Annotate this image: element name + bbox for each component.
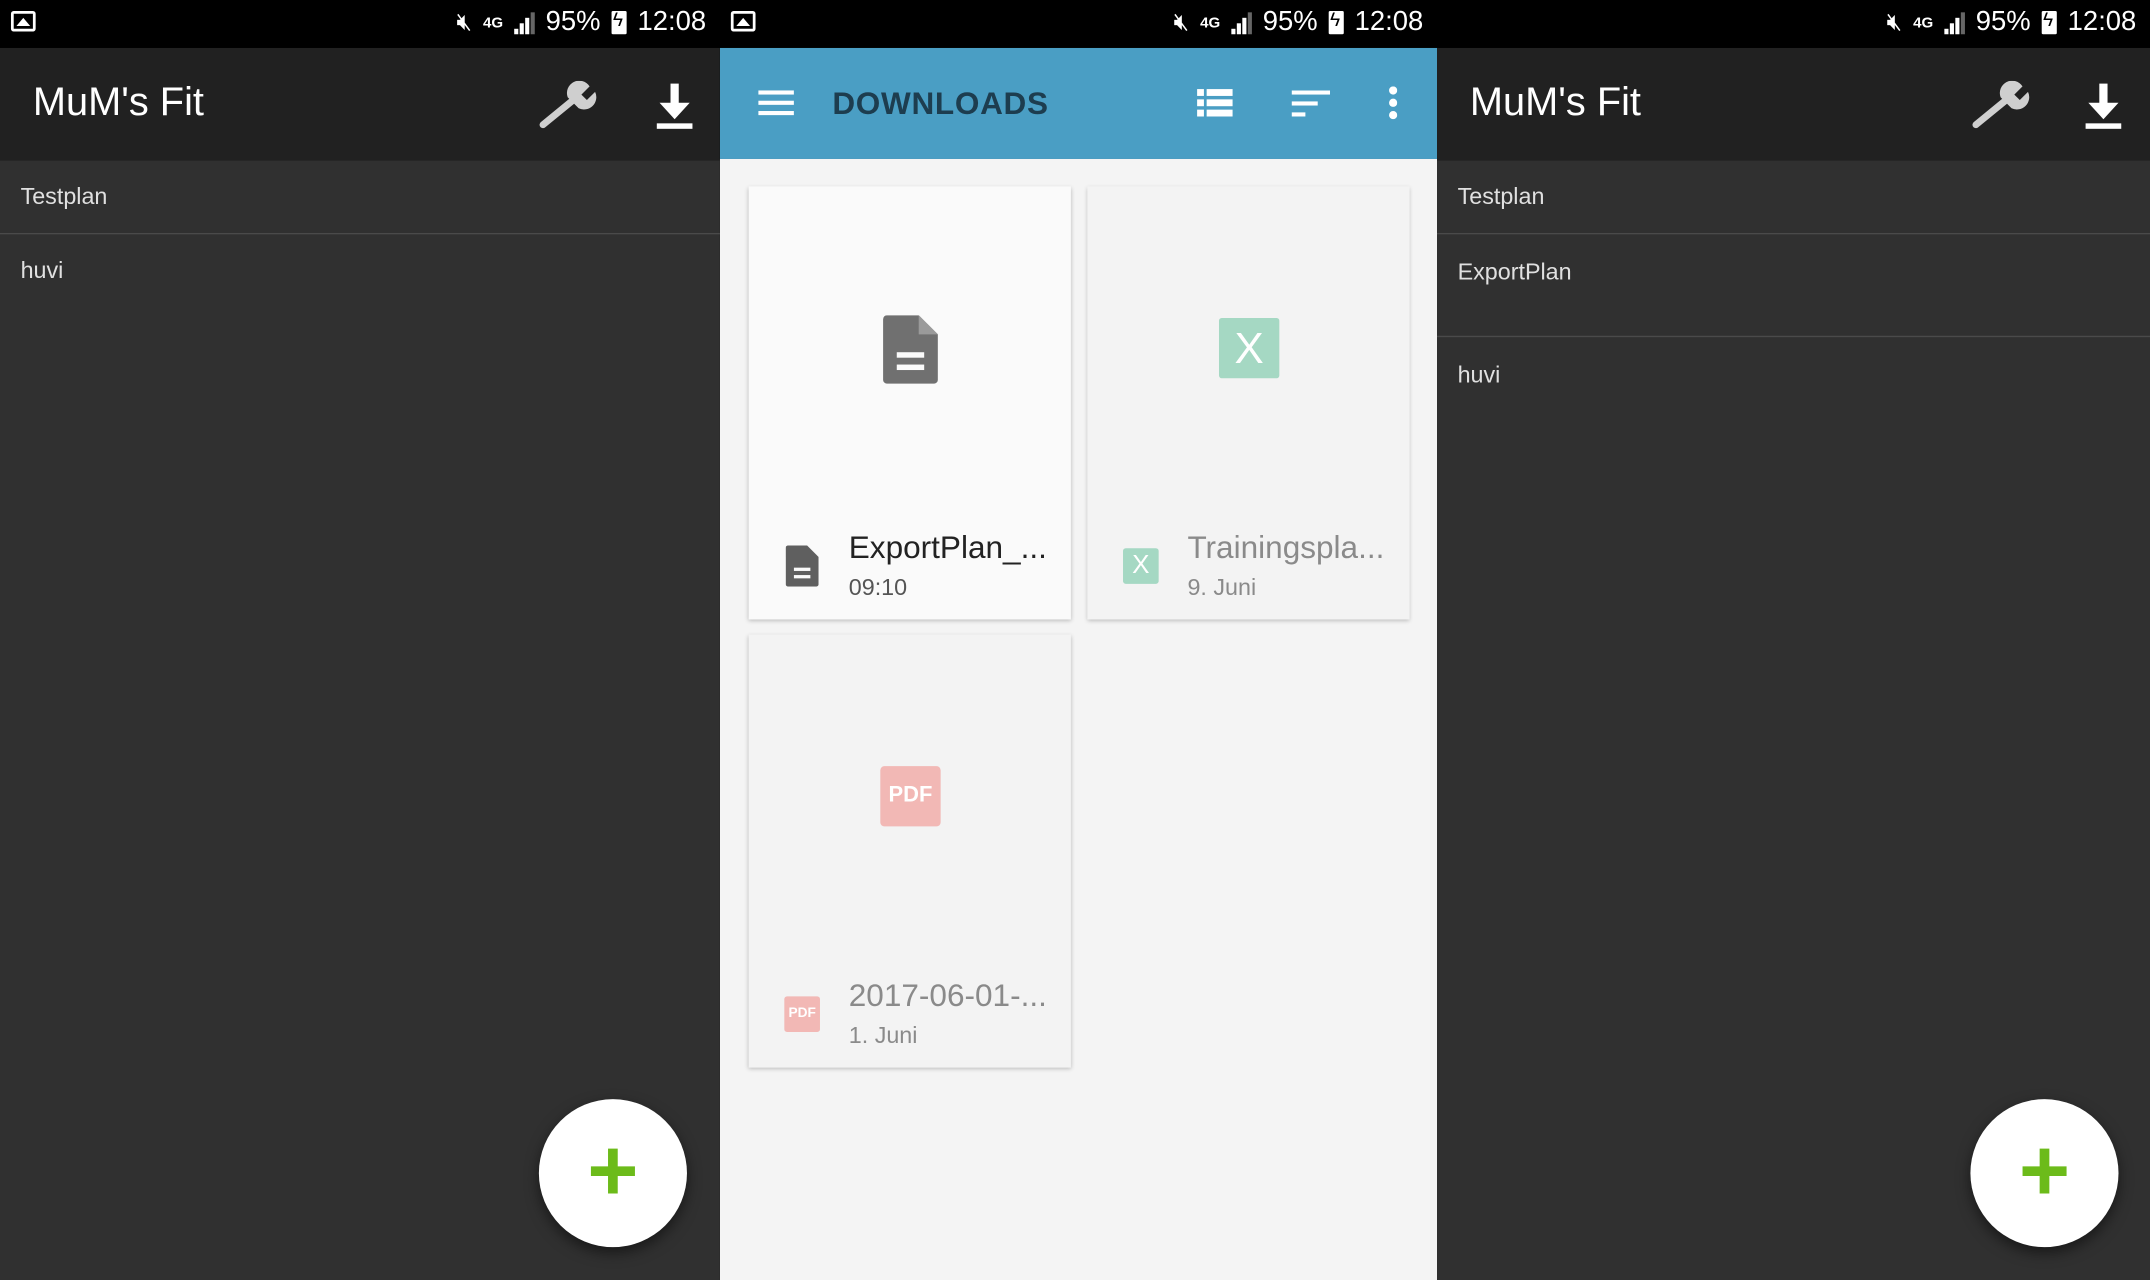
document-icon — [883, 315, 938, 384]
battery-icon — [2041, 8, 2057, 35]
download-icon[interactable] — [2084, 81, 2122, 130]
image-icon — [10, 10, 36, 32]
screenshot-frame: 🔇︎ 4G 95% 12:08 MuM's Fit Testplan huvi — [0, 0, 2150, 1280]
app-bar: MuM's Fit — [1437, 47, 2150, 161]
signal-icon — [514, 11, 535, 34]
mute-icon: 🔇︎ — [1173, 8, 1190, 36]
more-vert-icon[interactable] — [1389, 86, 1398, 120]
wrench-icon[interactable] — [538, 80, 598, 130]
left-phone-screen: 🔇︎ 4G 95% 12:08 MuM's Fit Testplan huvi — [0, 0, 720, 1280]
list-item[interactable]: Testplan — [0, 160, 720, 235]
downloads-app-bar: DOWNLOADS — [719, 47, 1438, 159]
file-card[interactable]: PDF PDF 2017-06-01-... 1. Juni — [748, 634, 1071, 1068]
battery-percent: 95% — [1262, 6, 1318, 38]
downloads-grid: ExportPlan_... 09:10 X X Trainingspla...… — [719, 158, 1438, 1280]
signal-icon — [1944, 11, 1965, 34]
add-button[interactable]: + — [538, 1099, 687, 1248]
list-item[interactable]: Testplan — [1437, 160, 2150, 235]
list-item[interactable]: huvi — [1437, 337, 2150, 414]
download-icon[interactable] — [655, 81, 693, 130]
add-icon: + — [587, 1121, 639, 1220]
clock: 12:08 — [2067, 6, 2137, 38]
document-icon — [785, 545, 819, 587]
file-date: 9. Juni — [1187, 574, 1257, 601]
clock: 12:08 — [1354, 6, 1424, 38]
app-title: MuM's Fit — [32, 80, 204, 125]
file-date: 09:10 — [848, 574, 908, 601]
add-button[interactable]: + — [1970, 1099, 2119, 1248]
network-type: 4G — [1200, 14, 1221, 31]
pdf-icon: PDF — [784, 996, 820, 1032]
right-phone-screen: 🔇︎ 4G 95% 12:08 MuM's Fit Testplan Expo — [1437, 0, 2150, 1280]
menu-icon[interactable] — [758, 89, 794, 116]
app-bar: MuM's Fit — [0, 47, 720, 161]
battery-percent: 95% — [1975, 6, 2031, 38]
file-card[interactable]: ExportPlan_... 09:10 — [748, 186, 1071, 620]
clock: 12:08 — [637, 6, 707, 38]
downloads-title: DOWNLOADS — [832, 84, 1049, 121]
app-title: MuM's Fit — [1469, 80, 1642, 125]
battery-icon — [611, 8, 627, 35]
image-icon — [730, 10, 756, 32]
mute-icon: 🔇︎ — [1886, 8, 1903, 36]
list-view-icon[interactable] — [1197, 88, 1233, 118]
status-bar-right: 🔇︎ 4G 95% 12:08 — [1174, 7, 1424, 39]
list-item[interactable]: huvi — [0, 234, 720, 308]
excel-icon: X — [1218, 317, 1280, 379]
file-card[interactable]: X X Trainingspla... 9. Juni — [1087, 186, 1410, 620]
excel-icon: X — [1123, 548, 1159, 584]
status-bar-right: 🔇︎ 4G 95% 12:08 — [456, 7, 706, 39]
three-phone-screens: 🔇︎ 4G 95% 12:08 MuM's Fit Testplan huvi — [0, 0, 2150, 1280]
list-item[interactable]: ExportPlan — [1437, 234, 2150, 338]
network-type: 4G — [1913, 14, 1934, 31]
network-type: 4G — [482, 14, 504, 31]
battery-icon — [1328, 8, 1344, 35]
pdf-icon: PDF — [880, 766, 941, 827]
add-icon: + — [2018, 1121, 2071, 1220]
wrench-icon[interactable] — [1970, 80, 2030, 130]
file-name: Trainingspla... — [1187, 529, 1385, 565]
status-bar-right: 🔇︎ 4G 95% 12:08 — [1887, 7, 2137, 39]
sort-icon[interactable] — [1291, 90, 1331, 117]
status-bar: 🔇︎ 4G 95% 12:08 — [0, 0, 720, 48]
status-bar: 🔇︎ 4G 95% 12:08 — [1437, 0, 2150, 48]
signal-icon — [1231, 11, 1252, 34]
middle-phone-screen: 🔇︎ 4G 95% 12:08 DOWNLOADS — [719, 0, 1438, 1280]
mute-icon: 🔇︎ — [456, 8, 472, 36]
battery-percent: 95% — [545, 6, 601, 38]
status-bar: 🔇︎ 4G 95% 12:08 — [719, 0, 1438, 48]
file-name: 2017-06-01-... — [848, 977, 1047, 1013]
file-date: 1. Juni — [848, 1022, 918, 1049]
file-name: ExportPlan_... — [848, 529, 1047, 565]
